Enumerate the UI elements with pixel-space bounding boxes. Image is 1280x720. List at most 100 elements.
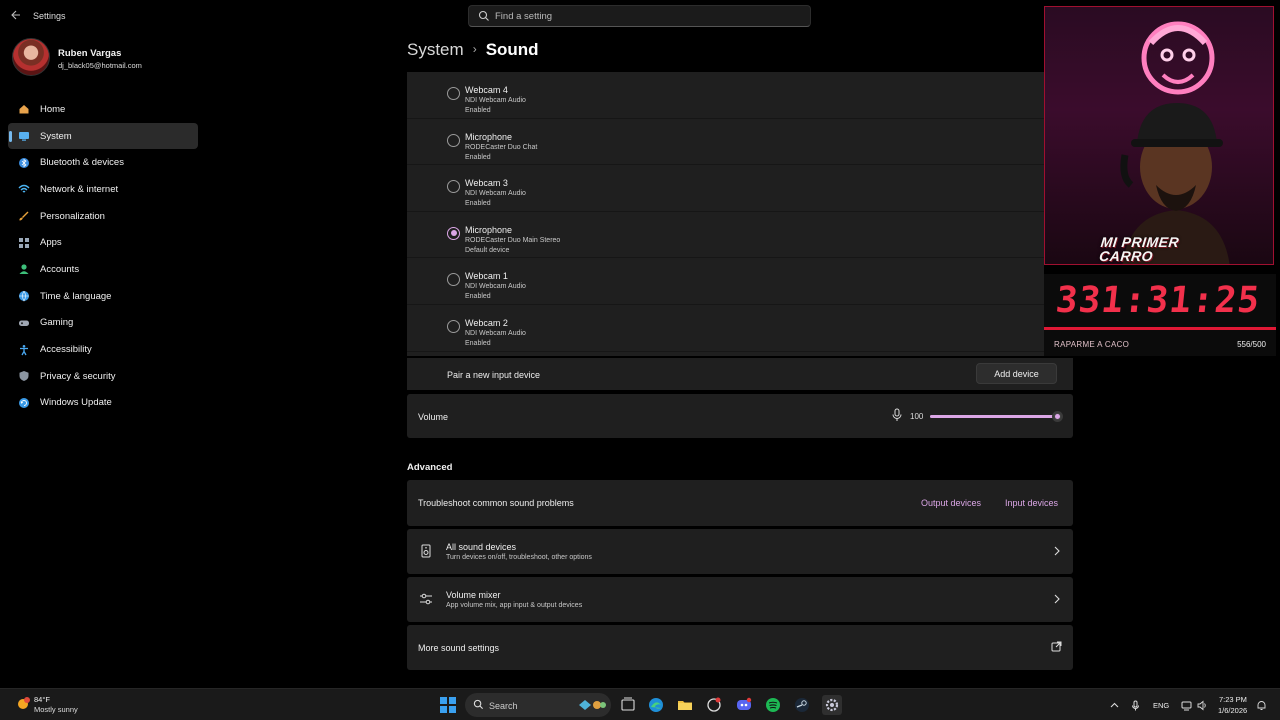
sidebar-item-bluetooth-devices[interactable]: Bluetooth & devices: [8, 149, 198, 176]
input-devices-link[interactable]: Input devices: [1005, 498, 1058, 508]
sidebar-item-time-language[interactable]: Time & language: [8, 283, 198, 310]
input-device-row[interactable]: Webcam 3 NDI Webcam Audio Enabled: [407, 165, 1044, 212]
windows-logo-tile: [440, 697, 447, 704]
app-title: Settings: [33, 11, 66, 21]
timer-goal-count: 556/500: [1237, 340, 1266, 349]
taskbar-search[interactable]: Search: [465, 693, 611, 717]
back-button[interactable]: [8, 8, 24, 24]
page-title: Sound: [485, 40, 539, 59]
more-sound-settings-card[interactable]: More sound settings: [407, 625, 1073, 670]
microphone-icon[interactable]: [891, 408, 903, 422]
device-name: Webcam 4: [465, 85, 508, 95]
accessibility-icon: [20, 344, 28, 355]
breadcrumb: System › Sound: [407, 40, 539, 60]
sidebar-item-label: Network & internet: [40, 183, 119, 195]
chevron-up-icon[interactable]: [1109, 700, 1120, 711]
search-icon: [478, 10, 489, 21]
input-device-row[interactable]: Webcam 2 NDI Webcam Audio Enabled: [407, 305, 1044, 352]
troubleshoot-label: Troubleshoot common sound problems: [418, 498, 574, 508]
device-status: Enabled: [465, 340, 491, 347]
wifi-icon: [18, 185, 30, 193]
avatar: [12, 38, 50, 76]
breadcrumb-parent[interactable]: System: [407, 40, 464, 59]
edge-icon[interactable]: [646, 695, 666, 715]
device-name: Webcam 2: [465, 318, 508, 328]
input-device-row[interactable]: Webcam 1 NDI Webcam Audio Enabled: [407, 258, 1044, 305]
language-indicator[interactable]: ENG: [1153, 701, 1169, 710]
troubleshoot-card: Troubleshoot common sound problems Outpu…: [407, 480, 1073, 526]
timer-value: 331:31:25: [1053, 280, 1263, 321]
app-icon[interactable]: [704, 695, 724, 715]
input-device-row[interactable]: Microphone RODECaster Duo Main Stereo Defa…: [407, 212, 1044, 259]
search-input[interactable]: [495, 8, 795, 24]
sidebar-item-network-internet[interactable]: Network & internet: [8, 176, 198, 203]
windows-logo-tile: [440, 706, 447, 713]
spotify-icon[interactable]: [763, 695, 783, 715]
user-email: dj_black05@hotmail.com: [58, 61, 142, 70]
home-icon: [19, 105, 29, 114]
start-button[interactable]: [440, 697, 456, 713]
device-radio-button[interactable]: [447, 180, 460, 194]
clock-time[interactable]: 7:23 PM: [1219, 695, 1247, 704]
shield-icon: [19, 371, 29, 382]
volume-icon[interactable]: [1197, 700, 1208, 711]
device-radio-button[interactable]: [447, 226, 460, 240]
sidebar-item-accounts[interactable]: Accounts: [8, 256, 198, 283]
all-sound-devices-card[interactable]: All sound devices Turn devices on/off, t…: [407, 529, 1073, 574]
chevron-right-icon: [1054, 546, 1060, 556]
device-status: Enabled: [465, 200, 491, 208]
device-status: Enabled: [465, 107, 491, 114]
volume-mixer-card[interactable]: Volume mixer App volume mix, app input &…: [407, 577, 1073, 622]
sidebar-item-gaming[interactable]: Gaming: [8, 310, 198, 337]
network-icon[interactable]: [1181, 700, 1192, 711]
all-sound-devices-subtitle: Turn devices on/off, troubleshoot, other…: [446, 554, 592, 561]
sidebar-item-accessibility[interactable]: Accessibility: [8, 336, 198, 363]
chevron-right-icon: [1054, 594, 1060, 604]
sidebar-item-windows-update[interactable]: Windows Update: [8, 390, 198, 417]
input-device-row[interactable]: Microphone RODECaster Duo Chat Enabled: [407, 119, 1044, 166]
sidebar-item-label: Time & language: [40, 290, 112, 302]
sidebar-item-privacy-security[interactable]: Privacy & security: [8, 363, 198, 390]
file-explorer-icon[interactable]: [675, 695, 695, 715]
brush-icon: [19, 211, 29, 221]
input-device-list: Webcam 4 NDI Webcam Audio Enabled Microphon…: [407, 72, 1044, 356]
device-source: NDI Webcam Audio: [465, 190, 526, 198]
settings-app-icon[interactable]: [822, 695, 842, 715]
find-setting-search[interactable]: [468, 5, 811, 27]
device-name: Webcam 3: [465, 178, 508, 189]
device-radio-button[interactable]: [447, 133, 460, 147]
back-arrow-icon: [11, 10, 20, 20]
sidebar-item-apps[interactable]: Apps: [8, 229, 198, 256]
sidebar-item-label: Accounts: [40, 263, 80, 275]
sidebar-item-system[interactable]: System: [8, 122, 198, 150]
mixer-icon: [420, 593, 432, 605]
device-radio-button[interactable]: [447, 320, 460, 333]
volume-slider[interactable]: [930, 411, 1063, 422]
weather-temperature: 84°F: [34, 695, 50, 704]
device-radio-button[interactable]: [447, 273, 460, 287]
sun-icon[interactable]: [13, 694, 33, 714]
clock-date[interactable]: 1/6/2026: [1218, 706, 1247, 715]
volume-mixer-title: Volume mixer: [446, 590, 501, 600]
add-device-button[interactable]: Add device: [976, 363, 1057, 384]
speaker-icon: [421, 544, 431, 558]
steam-icon[interactable]: [792, 695, 812, 715]
device-radio-button[interactable]: [447, 87, 460, 100]
windows-logo-tile: [449, 697, 456, 704]
input-device-row[interactable]: Webcam 4 NDI Webcam Audio Enabled: [407, 72, 1044, 119]
subathon-timer: 331:31:25 RAPARME A CACO 556/500: [1044, 274, 1276, 356]
sidebar-item-personalization[interactable]: Personalization: [8, 203, 198, 230]
globe-icon: [19, 291, 29, 302]
device-source: NDI Webcam Audio: [465, 283, 526, 291]
discord-icon[interactable]: [734, 695, 754, 715]
sidebar-item-home[interactable]: Home: [8, 96, 198, 123]
sidebar-item-label: Apps: [40, 237, 62, 249]
weather-condition: Mostly sunny: [34, 705, 78, 714]
microphone-tray-icon[interactable]: [1130, 700, 1141, 711]
notification-icon[interactable]: [1256, 700, 1267, 711]
volume-label: Volume: [418, 412, 449, 422]
timer-progress-bar: [1044, 327, 1276, 330]
task-view-icon[interactable]: [618, 695, 638, 715]
volume-slider-thumb[interactable]: [1052, 411, 1063, 422]
output-devices-link[interactable]: Output devices: [921, 498, 981, 508]
